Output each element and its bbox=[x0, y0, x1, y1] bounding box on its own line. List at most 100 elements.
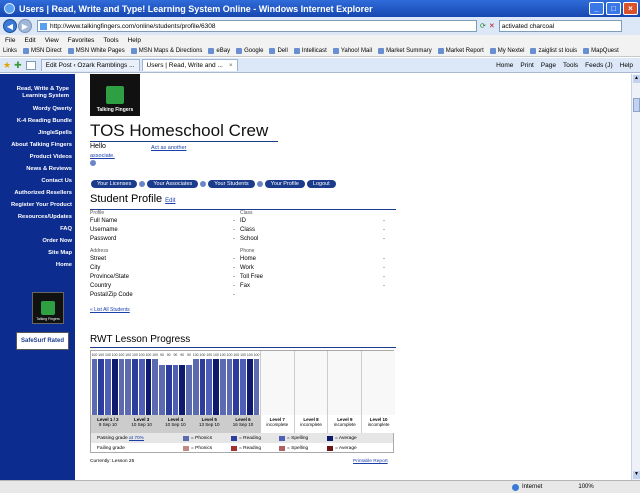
url-text[interactable]: http://www.talkingfingers.com/online/stu… bbox=[50, 23, 215, 30]
page-title: TOS Homeschool Crew bbox=[90, 121, 278, 142]
favorites-star-icon[interactable]: ★ bbox=[3, 60, 11, 71]
legend-swatch bbox=[327, 445, 333, 451]
search-input[interactable]: activated charcoal bbox=[498, 20, 622, 32]
link-item[interactable]: MapQuest bbox=[583, 47, 619, 54]
refresh-icon[interactable]: ⟳ bbox=[480, 22, 486, 30]
print-button[interactable]: Print bbox=[520, 62, 533, 69]
printable-report-link[interactable]: Printable Report bbox=[353, 459, 388, 464]
nav-logout[interactable]: Logout bbox=[306, 180, 336, 188]
sidebar-item-news[interactable]: News & Reviews bbox=[0, 166, 75, 173]
score-bars bbox=[159, 359, 193, 415]
sidebar-item-videos[interactable]: Product Videos bbox=[0, 154, 75, 161]
header-logo[interactable]: Talking Fingers bbox=[90, 74, 140, 116]
sidebar-item-home[interactable]: Home bbox=[0, 262, 75, 269]
legend-swatch bbox=[231, 445, 237, 451]
safesurf-badge[interactable]: SafeSurf Rated bbox=[16, 332, 69, 350]
sidebar-item-register[interactable]: Register Your Product bbox=[0, 202, 75, 209]
sidebar-item-resources[interactable]: Resources/Updates bbox=[0, 214, 75, 221]
nav-your-licenses[interactable]: Your Licenses bbox=[91, 180, 138, 188]
sidebar-item-sitemap[interactable]: Site Map bbox=[0, 250, 75, 257]
tools-button[interactable]: Tools bbox=[563, 62, 578, 69]
help-icon[interactable] bbox=[200, 181, 207, 187]
sidebar-item-wordy-qwerty[interactable]: Wordy Qwerty bbox=[0, 106, 75, 113]
maximize-icon[interactable]: □ bbox=[606, 2, 621, 15]
zoom-level[interactable]: 100% bbox=[578, 484, 593, 490]
sidebar-item-order[interactable]: Order Now bbox=[0, 238, 75, 245]
score-bar bbox=[125, 359, 132, 415]
field-row: School - bbox=[240, 236, 385, 242]
score-label: 100 bbox=[145, 353, 152, 357]
forward-icon[interactable]: ▶ bbox=[18, 19, 32, 33]
link-item[interactable]: My Nextel bbox=[489, 47, 524, 54]
edit-profile-link[interactable]: Edit bbox=[165, 198, 175, 204]
link-item[interactable]: Market Summary bbox=[378, 47, 432, 54]
legend-item: = Reading bbox=[231, 445, 279, 451]
nav-your-profile[interactable]: Your Profile bbox=[264, 180, 305, 188]
link-item[interactable]: MSN White Pages bbox=[67, 47, 125, 54]
help-icon[interactable] bbox=[90, 160, 96, 166]
score-labels: 100 100 100 100 100 bbox=[91, 351, 125, 359]
minimize-icon[interactable]: _ bbox=[589, 2, 604, 15]
feeds-button[interactable]: Feeds (J) bbox=[585, 62, 612, 69]
page-viewport: Read, Write & Type Learning System Wordy… bbox=[0, 74, 631, 480]
sidebar-item-k4-bundle[interactable]: K-4 Reading Bundle bbox=[0, 118, 75, 125]
dell-icon bbox=[269, 47, 276, 54]
sidebar-item-resellers[interactable]: Authorized Resellers bbox=[0, 190, 75, 197]
associate-link[interactable]: associate. bbox=[90, 153, 115, 159]
link-item[interactable]: eBay bbox=[208, 47, 230, 54]
score-label: 100 bbox=[152, 353, 159, 357]
score-bar bbox=[206, 359, 213, 415]
sidebar-item-jinglespells[interactable]: JingleSpells bbox=[0, 130, 75, 137]
page-button[interactable]: Page bbox=[541, 62, 556, 69]
score-label: 100 bbox=[226, 353, 233, 357]
menu-tools[interactable]: Tools bbox=[103, 37, 118, 44]
link-item[interactable]: zaiglist st louis bbox=[530, 47, 577, 54]
legend-swatch bbox=[279, 445, 285, 451]
link-item[interactable]: Market Report bbox=[437, 47, 484, 54]
add-favorite-icon[interactable]: ✚ bbox=[14, 60, 22, 71]
scroll-up-icon[interactable]: ▲ bbox=[633, 75, 640, 83]
tab-edit-post[interactable]: Edit Post ‹ Ozark Ramblings ... bbox=[40, 59, 140, 71]
group-label: Address bbox=[90, 248, 109, 254]
quick-tabs-icon[interactable] bbox=[25, 60, 36, 70]
menu-favorites[interactable]: Favorites bbox=[68, 37, 95, 44]
field-row: Full Name - bbox=[90, 218, 235, 224]
sidebar-item-contact[interactable]: Contact Us bbox=[0, 178, 75, 185]
tab-close-icon[interactable]: × bbox=[229, 62, 233, 69]
vertical-scrollbar[interactable]: ▲ ▼ bbox=[631, 74, 640, 480]
sidebar-item-about[interactable]: About Talking Fingers bbox=[0, 142, 75, 149]
act-as-link[interactable]: Act as another bbox=[151, 145, 186, 151]
scroll-thumb[interactable] bbox=[633, 98, 640, 112]
menu-file[interactable]: File bbox=[5, 37, 15, 44]
link-item[interactable]: Intellicast bbox=[293, 47, 327, 54]
score-label: 100 bbox=[104, 353, 111, 357]
help-icon[interactable] bbox=[256, 181, 263, 187]
nav-your-students[interactable]: Your Students bbox=[208, 180, 255, 188]
link-item[interactable]: Yahoo! Mail bbox=[332, 47, 372, 54]
home-button[interactable]: Home bbox=[496, 62, 513, 69]
link-item[interactable]: MSN Maps & Directions bbox=[130, 47, 202, 54]
help-icon[interactable] bbox=[139, 181, 146, 187]
talking-fingers-logo[interactable]: Talking Fingers bbox=[32, 292, 64, 324]
sidebar-item-faq[interactable]: FAQ bbox=[0, 226, 75, 233]
tab-users[interactable]: Users | Read, Write and ... × bbox=[141, 59, 238, 71]
link-item[interactable]: MSN Direct bbox=[23, 47, 62, 54]
link-item[interactable]: Google bbox=[236, 47, 263, 54]
menu-view[interactable]: View bbox=[45, 37, 59, 44]
nav-your-associates[interactable]: Your Associates bbox=[147, 180, 199, 188]
passing-grade-link[interactable]: at 70% bbox=[129, 436, 144, 441]
scroll-down-icon[interactable]: ▼ bbox=[633, 471, 640, 479]
level-column: Level 8 incomplete bbox=[293, 351, 328, 433]
link-item[interactable]: Dell bbox=[269, 47, 288, 54]
score-bar bbox=[219, 359, 226, 415]
list-all-students-link[interactable]: « List All Students bbox=[90, 307, 130, 313]
back-icon[interactable]: ◀ bbox=[3, 19, 17, 33]
menu-help[interactable]: Help bbox=[128, 37, 141, 44]
sidebar-item-rwt[interactable]: Read, Write & Type Learning System bbox=[2, 86, 72, 100]
help-button[interactable]: Help bbox=[620, 62, 633, 69]
close-icon[interactable]: × bbox=[623, 2, 638, 15]
menu-edit[interactable]: Edit bbox=[24, 37, 35, 44]
score-bar bbox=[165, 364, 172, 415]
stop-icon[interactable]: ✕ bbox=[489, 22, 495, 30]
address-bar[interactable]: http://www.talkingfingers.com/online/stu… bbox=[37, 20, 477, 32]
